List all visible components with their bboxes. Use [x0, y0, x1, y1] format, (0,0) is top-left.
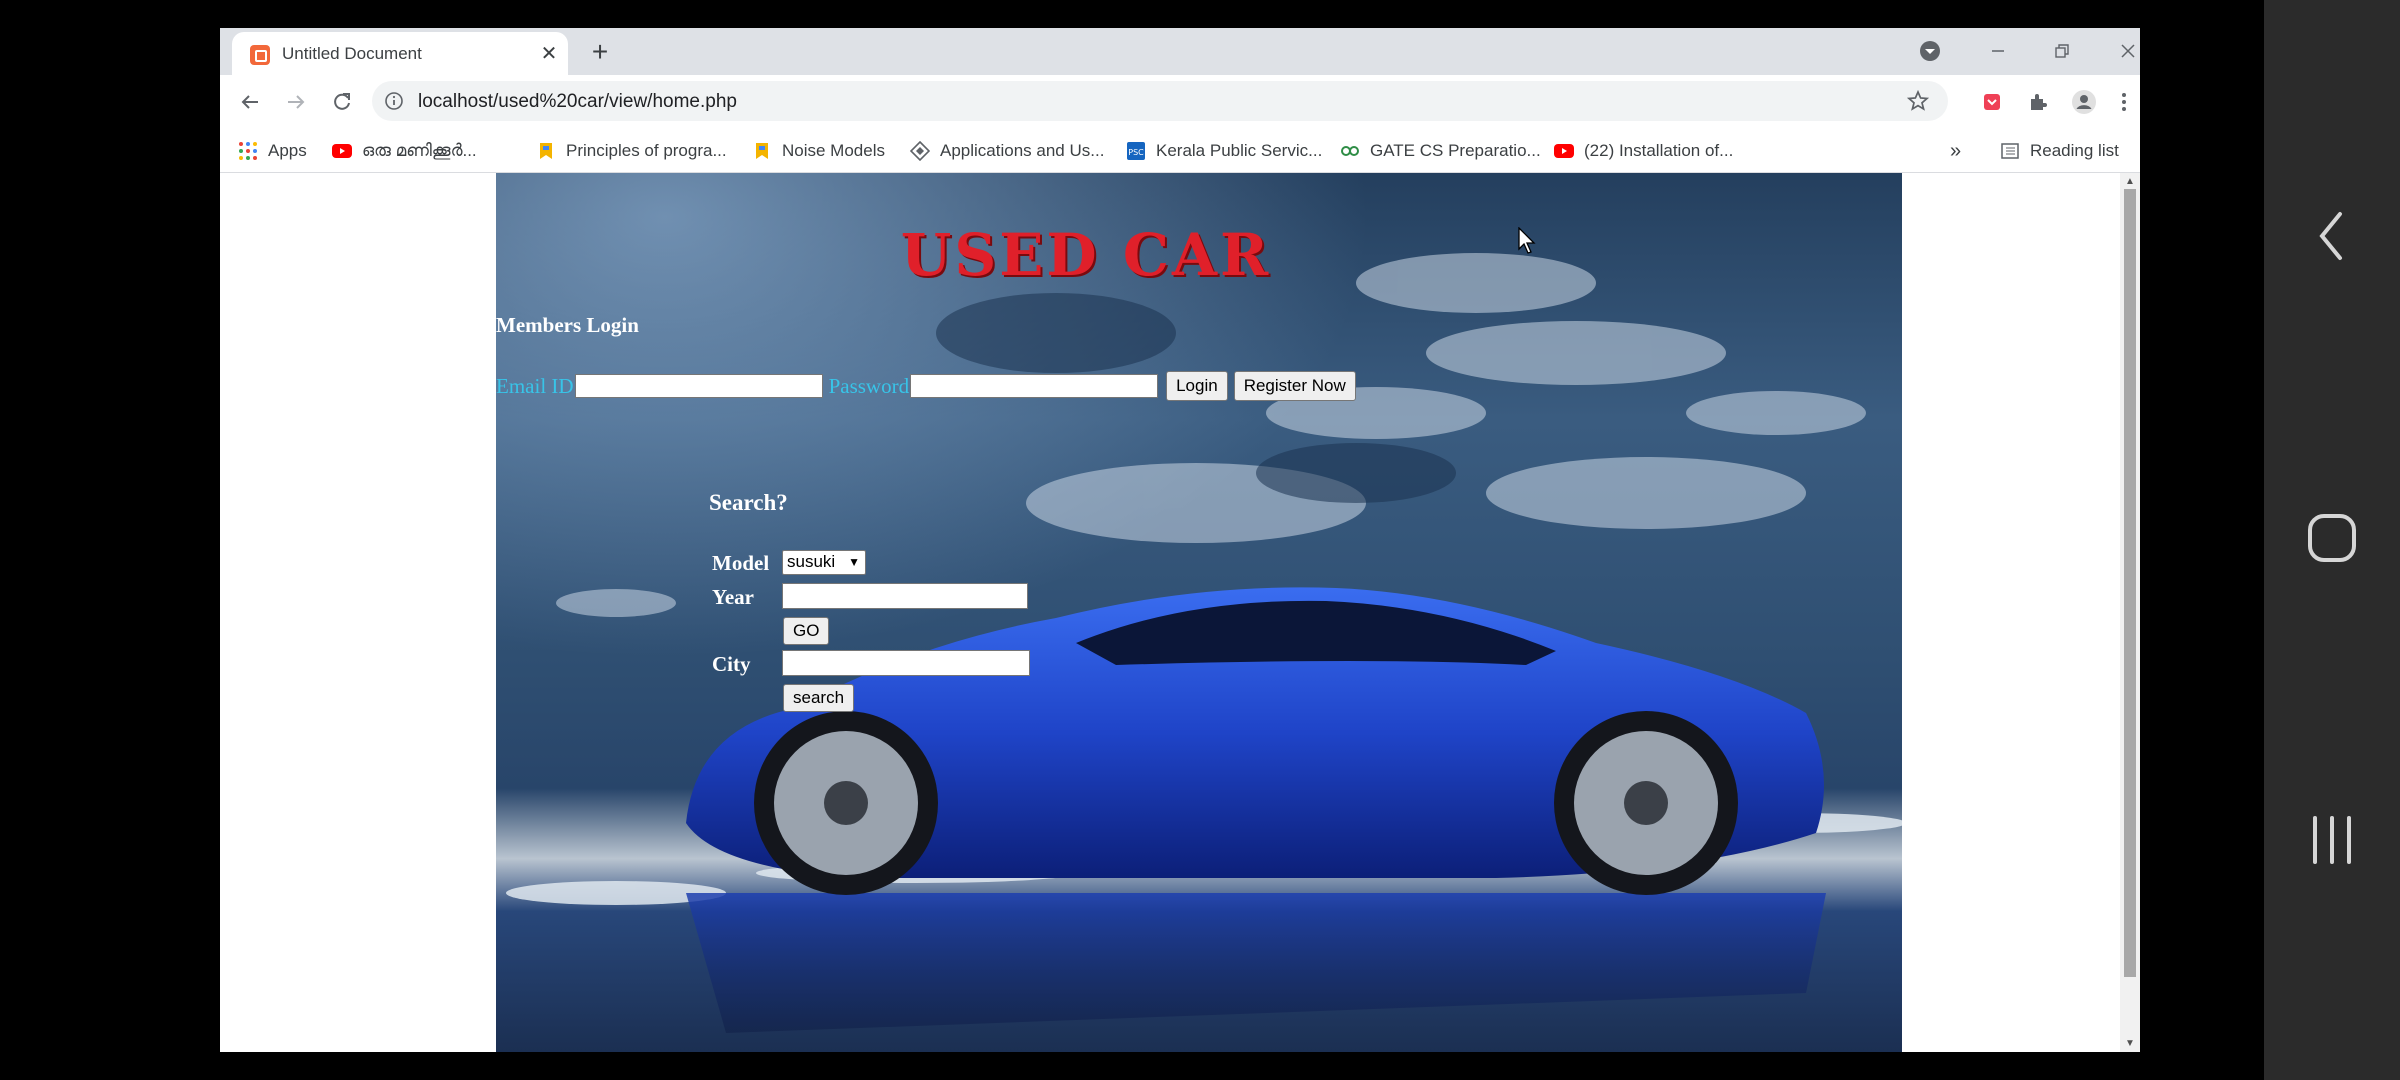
bookmark-kerala-psc[interactable]: PSC Kerala Public Servic...	[1126, 139, 1322, 163]
new-tab-icon[interactable]: +	[584, 36, 616, 68]
bookmarks-bar: Apps ഒരു മണിക്കൂർ... Principles of progr…	[220, 129, 2140, 173]
svg-text:PSC: PSC	[1128, 148, 1144, 157]
address-bar[interactable]: localhost/used%20car/view/home.php	[372, 81, 1948, 121]
bookmark-label: Noise Models	[782, 141, 885, 160]
bookmark-noise-models[interactable]: Noise Models	[752, 139, 885, 163]
close-window-icon[interactable]	[2108, 34, 2140, 68]
page-viewport: USED CAR Members Login Email ID Password…	[220, 173, 2120, 1052]
model-label: Model	[712, 551, 770, 575]
back-arrow-icon[interactable]	[232, 84, 268, 120]
city-label: City	[712, 652, 751, 676]
login-form: Email ID Password Login Register Now	[496, 371, 1356, 401]
bookmark-principles[interactable]: Principles of progra...	[536, 139, 727, 163]
reading-list-icon	[2000, 141, 2020, 161]
chevron-down-icon: ▼	[848, 555, 860, 569]
search-button[interactable]: search	[783, 684, 855, 712]
apps-grid-icon	[238, 141, 258, 161]
youtube-icon	[1554, 141, 1574, 161]
browser-window: Untitled Document ✕ + localhost/used%20c…	[220, 28, 2140, 1052]
phone-screen: Untitled Document ✕ + localhost/used%20c…	[0, 0, 2264, 1080]
page-scrollbar[interactable]: ▲ ▼	[2120, 173, 2140, 1052]
email-label: Email ID	[496, 373, 574, 398]
email-field[interactable]	[574, 374, 823, 398]
hero-banner: USED CAR Members Login Email ID Password…	[496, 173, 1902, 1052]
bookmark-site-icon	[752, 141, 772, 161]
mouse-cursor-icon	[1518, 226, 1538, 255]
year-label: Year	[712, 585, 754, 609]
browser-tab[interactable]: Untitled Document ✕	[232, 32, 568, 75]
tab-close-icon[interactable]: ✕	[536, 40, 562, 66]
bookmark-label: (22) Installation of...	[1584, 141, 1734, 160]
bookmarks-overflow-chevron-icon[interactable]: »	[1950, 139, 1961, 163]
android-navigation-bar	[2264, 0, 2400, 1080]
forward-arrow-icon[interactable]	[278, 84, 314, 120]
bookmark-label: ഒരു മണിക്കൂർ...	[362, 141, 477, 160]
tab-title: Untitled Document	[282, 44, 422, 63]
search-heading: Search?	[709, 490, 788, 515]
profile-avatar-icon[interactable]	[2066, 84, 2102, 120]
tab-search-icon[interactable]	[1910, 34, 1950, 68]
url-text[interactable]: localhost/used%20car/view/home.php	[418, 91, 737, 113]
browser-toolbar: localhost/used%20car/view/home.php	[220, 75, 2140, 129]
reading-list-label: Reading list	[2030, 141, 2119, 160]
register-now-button[interactable]: Register Now	[1233, 371, 1356, 401]
go-button[interactable]: GO	[783, 617, 830, 645]
gfg-icon	[1340, 141, 1360, 161]
reading-list-button[interactable]: Reading list	[2000, 139, 2119, 163]
scroll-up-icon[interactable]: ▲	[2124, 175, 2136, 187]
restore-icon[interactable]	[2042, 34, 2082, 68]
city-field[interactable]	[782, 650, 1030, 676]
diamond-site-icon	[909, 140, 931, 162]
bookmark-label: Kerala Public Servic...	[1156, 141, 1323, 160]
password-label: Password	[828, 373, 910, 398]
bookmark-youtube-malayalam[interactable]: ഒരു മണിക്കൂർ...	[332, 139, 477, 163]
car-background-image	[496, 173, 1902, 1052]
bookmark-applications[interactable]: Applications and Us...	[909, 139, 1105, 163]
password-field[interactable]	[910, 374, 1159, 398]
bookmark-apps[interactable]: Apps	[238, 139, 307, 163]
bookmark-label: GATE CS Preparatio...	[1370, 141, 1541, 160]
psc-icon: PSC	[1126, 141, 1146, 161]
bookmark-star-icon[interactable]	[1906, 89, 1930, 113]
nav-home-icon[interactable]	[2298, 504, 2366, 572]
bookmark-label: Apps	[268, 141, 307, 160]
xampp-favicon-icon	[250, 45, 270, 65]
scroll-down-icon[interactable]: ▼	[2124, 1037, 2136, 1049]
login-button[interactable]: Login	[1166, 371, 1228, 401]
pocket-extension-icon[interactable]	[1974, 84, 2010, 120]
bookmark-site-icon	[536, 141, 556, 161]
nav-recents-icon[interactable]	[2298, 806, 2366, 874]
members-login-heading: Members Login	[496, 313, 639, 337]
tab-strip: Untitled Document ✕ +	[220, 28, 2140, 75]
minimize-icon[interactable]	[1978, 34, 2018, 68]
year-field[interactable]	[782, 583, 1028, 609]
model-select[interactable]: susuki ▼	[782, 550, 866, 575]
scroll-thumb[interactable]	[2124, 189, 2136, 977]
nav-back-icon[interactable]	[2298, 202, 2366, 270]
reload-icon[interactable]	[324, 84, 360, 120]
youtube-icon	[332, 141, 352, 161]
model-selected-value: susuki	[787, 552, 836, 571]
menu-kebab-icon[interactable]	[2112, 84, 2136, 120]
car-front-wheel	[754, 711, 938, 895]
bookmark-gate-cs[interactable]: GATE CS Preparatio...	[1340, 139, 1541, 163]
extensions-puzzle-icon[interactable]	[2020, 84, 2056, 120]
site-info-icon[interactable]	[384, 91, 404, 111]
bookmark-installation[interactable]: (22) Installation of...	[1554, 139, 1733, 163]
car-rear-wheel	[1554, 711, 1738, 895]
site-title: USED CAR	[900, 221, 1272, 289]
bookmark-label: Principles of progra...	[566, 141, 727, 160]
bookmark-label: Applications and Us...	[940, 141, 1105, 160]
